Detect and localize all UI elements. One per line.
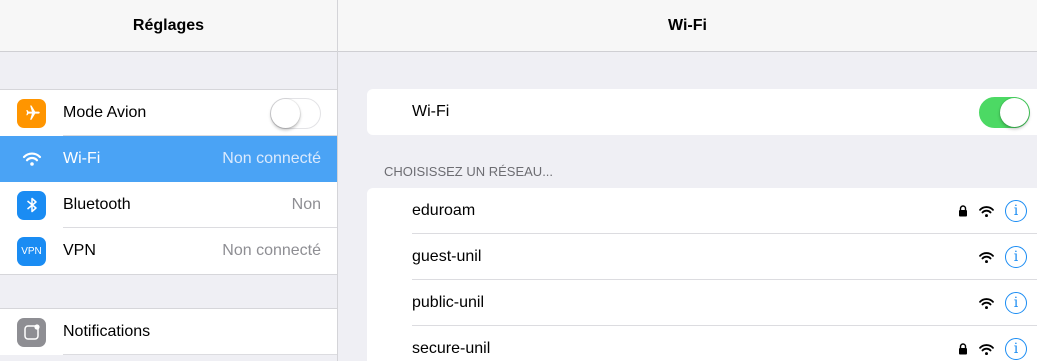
sidebar-item-notifications[interactable]: Notifications — [0, 309, 337, 355]
sidebar-item-wifi[interactable]: Wi-Fi Non connecté — [0, 136, 337, 182]
settings-sidebar: Réglages Mode Avion Wi-Fi Non connecté B… — [0, 0, 337, 361]
notifications-icon — [17, 317, 46, 347]
network-row-public-unil[interactable]: public-unil i — [367, 280, 1037, 326]
sidebar-item-label: Wi-Fi — [63, 150, 101, 167]
sidebar-item-mode-avion[interactable]: Mode Avion — [0, 90, 337, 136]
airplane-mode-toggle[interactable] — [270, 97, 321, 129]
airplane-icon — [17, 98, 46, 128]
wifi-toggle[interactable] — [979, 96, 1030, 128]
vpn-status-value: Non connecté — [222, 242, 321, 259]
network-name: guest-unil — [412, 248, 482, 265]
sidebar-group-notifications: Notifications — [0, 308, 337, 355]
wifi-toggle-label: Wi-Fi — [412, 103, 450, 120]
sidebar-item-bluetooth[interactable]: Bluetooth Non — [0, 182, 337, 228]
sidebar-item-label: VPN — [63, 242, 96, 259]
detail-navbar: Wi-Fi — [338, 0, 1037, 52]
info-icon[interactable]: i — [1005, 338, 1027, 360]
wifi-signal-icon — [978, 343, 995, 356]
sidebar-item-label: Bluetooth — [63, 196, 131, 213]
network-name: public-unil — [412, 294, 485, 311]
network-row-secure-unil[interactable]: secure-unil i — [367, 326, 1037, 361]
wifi-toggle-row: Wi-Fi — [367, 89, 1037, 135]
lock-icon — [956, 343, 970, 355]
wifi-signal-icon — [978, 205, 995, 218]
vpn-icon: VPN — [17, 236, 46, 266]
info-icon[interactable]: i — [1005, 292, 1027, 314]
sidebar-item-label: Notifications — [63, 323, 151, 340]
sidebar-group-connectivity: Mode Avion Wi-Fi Non connecté Bluetooth … — [0, 89, 337, 275]
network-row-guest-unil[interactable]: guest-unil i — [367, 234, 1037, 280]
network-row-eduroam[interactable]: eduroam i — [367, 188, 1037, 234]
sidebar-navbar: Réglages — [0, 0, 337, 52]
network-name: secure-unil — [412, 340, 491, 357]
bluetooth-status-value: Non — [291, 196, 321, 213]
wifi-status-value: Non connecté — [222, 150, 321, 167]
network-name: eduroam — [412, 202, 476, 219]
info-icon[interactable]: i — [1005, 246, 1027, 268]
bluetooth-icon — [17, 190, 46, 220]
lock-icon — [956, 205, 970, 217]
sidebar-title: Réglages — [132, 16, 205, 34]
wifi-signal-icon — [978, 251, 995, 264]
info-icon[interactable]: i — [1005, 200, 1027, 222]
wifi-icon — [17, 144, 46, 174]
vpn-icon-text: VPN — [21, 245, 42, 257]
network-list: eduroam i guest-unil i public-unil i sec… — [367, 188, 1037, 361]
wifi-signal-icon — [978, 297, 995, 310]
wifi-detail-pane: Wi-Fi Wi-Fi CHOISISSEZ UN RÉSEAU... edur… — [338, 0, 1037, 361]
sidebar-item-vpn[interactable]: VPN VPN Non connecté — [0, 228, 337, 274]
sidebar-item-label: Mode Avion — [63, 104, 147, 121]
networks-section-header: CHOISISSEZ UN RÉSEAU... — [384, 164, 554, 179]
detail-title: Wi-Fi — [668, 16, 707, 34]
